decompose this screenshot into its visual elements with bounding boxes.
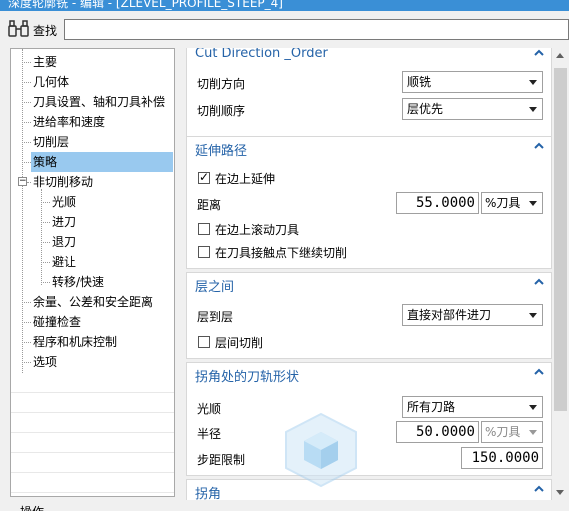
radius-input[interactable]: 50.0000 <box>396 421 479 443</box>
continue-cut-label: 在刀具接触点下继续切削 <box>215 246 348 260</box>
group-title: 拐角 <box>195 487 222 500</box>
tree-item-label: 进给率和速度 <box>33 115 106 129</box>
tree-item-label: 转移/快速 <box>52 275 105 289</box>
watermark-logo <box>285 412 357 488</box>
group-title: 延伸路径 <box>195 144 248 159</box>
tree-item-transfer-rapid[interactable]: 转移/快速 <box>11 272 174 292</box>
tree-item-program-machine[interactable]: 程序和机床控制 <box>11 332 174 352</box>
tree-item-options[interactable]: 选项 <box>11 352 174 372</box>
tree-item-strategy[interactable]: 策略 <box>11 152 174 172</box>
step-limit-label: 步距限制 <box>197 453 246 467</box>
distance-input[interactable]: 55.0000 <box>396 192 479 214</box>
window-title: 深度轮廓铣 - 编辑 - [ZLEVEL_PROFILE_STEEP_4] <box>8 0 283 10</box>
group-title: 层之间 <box>195 280 235 295</box>
tree-item-label: 策略 <box>31 152 173 172</box>
dropdown-arrow-icon <box>529 430 537 435</box>
extend-on-edge-checkbox[interactable] <box>198 170 210 184</box>
tree-item-label: 退刀 <box>52 235 77 249</box>
cut-order-select[interactable]: 层优先 <box>402 98 543 120</box>
group-title: 拐角处的刀轨形状 <box>195 370 300 385</box>
tree-item-geometry[interactable]: 几何体 <box>11 72 174 92</box>
tree-item-label: 非切削移动 <box>33 175 94 189</box>
dropdown-arrow-icon <box>529 313 537 318</box>
tree-item-smooth[interactable]: 光顺 <box>11 192 174 212</box>
tree-item-label: 刀具设置、轴和刀具补偿 <box>33 95 166 109</box>
tree-item-label: 光顺 <box>52 195 77 209</box>
dropdown-arrow-icon <box>529 405 537 410</box>
roll-tool-checkbox[interactable] <box>198 223 210 235</box>
level-to-level-label: 层到层 <box>197 310 234 324</box>
cut-order-label: 切削顺序 <box>197 104 246 118</box>
settings-panel: Cut Direction _Order 切削方向 顺铣 切削顺序 层优先 延伸… <box>186 48 552 500</box>
cut-direction-select[interactable]: 顺铣 <box>402 71 543 93</box>
window-titlebar: 深度轮廓铣 - 编辑 - [ZLEVEL_PROFILE_STEEP_4] <box>0 0 569 11</box>
dropdown-arrow-icon <box>529 201 537 206</box>
extend-on-edge-label: 在边上延伸 <box>215 172 276 186</box>
smooth-select[interactable]: 所有刀路 <box>402 396 543 418</box>
radius-label: 半径 <box>197 427 222 441</box>
search-input[interactable] <box>64 19 569 40</box>
collapse-chevron-icon[interactable] <box>533 140 545 152</box>
distance-label: 距离 <box>197 198 222 212</box>
collapse-chevron-icon[interactable] <box>533 366 545 378</box>
tree-item-label: 选项 <box>33 355 58 369</box>
tree-item-stock-tolerance[interactable]: 余量、公差和安全距离 <box>11 292 174 312</box>
tree-item-label: 主要 <box>33 55 58 69</box>
select-value: 顺铣 <box>407 75 432 89</box>
collapse-chevron-icon[interactable] <box>533 48 545 59</box>
tree-item-tool-settings[interactable]: 刀具设置、轴和刀具补偿 <box>11 92 174 112</box>
tree-item-label: 几何体 <box>33 75 70 89</box>
tree-item-retract[interactable]: 退刀 <box>11 232 174 252</box>
corner-control-group: 拐角 <box>186 479 552 500</box>
select-value: 所有刀路 <box>407 400 456 414</box>
between-levels-group: 层之间 层到层 直接对部件进刀 层间切削 <box>186 272 552 359</box>
scroll-down-arrow-icon[interactable] <box>556 490 564 495</box>
collapse-icon[interactable]: − <box>18 177 27 186</box>
tree-item-collision-check[interactable]: 碰撞检查 <box>11 312 174 332</box>
roll-tool-label: 在边上滚动刀具 <box>215 223 300 237</box>
tree-item-avoidance[interactable]: 避让 <box>11 252 174 272</box>
smooth-label: 光顺 <box>197 402 222 416</box>
select-value: %刀具 <box>485 425 521 439</box>
tree-item-main[interactable]: 主要 <box>11 52 174 72</box>
collapse-chevron-icon[interactable] <box>533 276 545 288</box>
tree-item-label: 避让 <box>52 255 77 269</box>
bottom-section: 操作 <box>0 500 569 511</box>
radius-unit-select[interactable]: %刀具 <box>481 421 543 443</box>
bottom-section-label: 操作 <box>20 503 44 511</box>
search-bar: 查找 <box>0 11 569 47</box>
navigation-tree: 主要 几何体 刀具设置、轴和刀具补偿 进给率和速度 切削层 策略 − 非切削移动… <box>10 48 175 497</box>
search-label: 查找 <box>33 24 58 38</box>
group-title: Cut Direction _Order <box>195 48 328 61</box>
tree-item-label: 切削层 <box>33 135 70 149</box>
collapse-chevron-icon[interactable] <box>533 483 545 495</box>
tree-item-cut-levels[interactable]: 切削层 <box>11 132 174 152</box>
cut-direction-label: 切削方向 <box>197 77 246 91</box>
interlevel-cut-label: 层间切削 <box>215 336 264 350</box>
step-limit-input[interactable]: 150.0000 <box>461 447 543 469</box>
scrollbar-thumb[interactable] <box>554 68 567 411</box>
level-to-level-select[interactable]: 直接对部件进刀 <box>402 304 543 326</box>
tree-item-label: 余量、公差和安全距离 <box>33 295 154 309</box>
tree-item-label: 程序和机床控制 <box>33 335 118 349</box>
continue-cut-checkbox[interactable] <box>198 246 210 258</box>
tree-item-label: 碰撞检查 <box>33 315 82 329</box>
select-value: 直接对部件进刀 <box>407 308 492 322</box>
binoculars-icon <box>8 20 29 37</box>
select-value: %刀具 <box>485 196 521 210</box>
tree-item-feeds-speeds[interactable]: 进给率和速度 <box>11 112 174 132</box>
extend-path-group: 延伸路径 在边上延伸 距离 55.0000 %刀具 在边上滚动刀具 在刀具接触点… <box>186 136 552 269</box>
dropdown-arrow-icon <box>529 80 537 85</box>
corner-group: 拐角处的刀轨形状 光顺 所有刀路 半径 50.0000 %刀具 步距限制 150… <box>186 362 552 476</box>
tree-item-non-cutting-moves[interactable]: − 非切削移动 <box>11 172 174 192</box>
tree-item-label: 进刀 <box>52 215 77 229</box>
panel-scrollbar[interactable] <box>552 48 569 500</box>
dropdown-arrow-icon <box>529 107 537 112</box>
scroll-up-arrow-icon[interactable] <box>556 53 564 58</box>
distance-unit-select[interactable]: %刀具 <box>481 192 543 214</box>
tree-item-engage[interactable]: 进刀 <box>11 212 174 232</box>
interlevel-cut-checkbox[interactable] <box>198 336 210 348</box>
select-value: 层优先 <box>407 102 444 116</box>
